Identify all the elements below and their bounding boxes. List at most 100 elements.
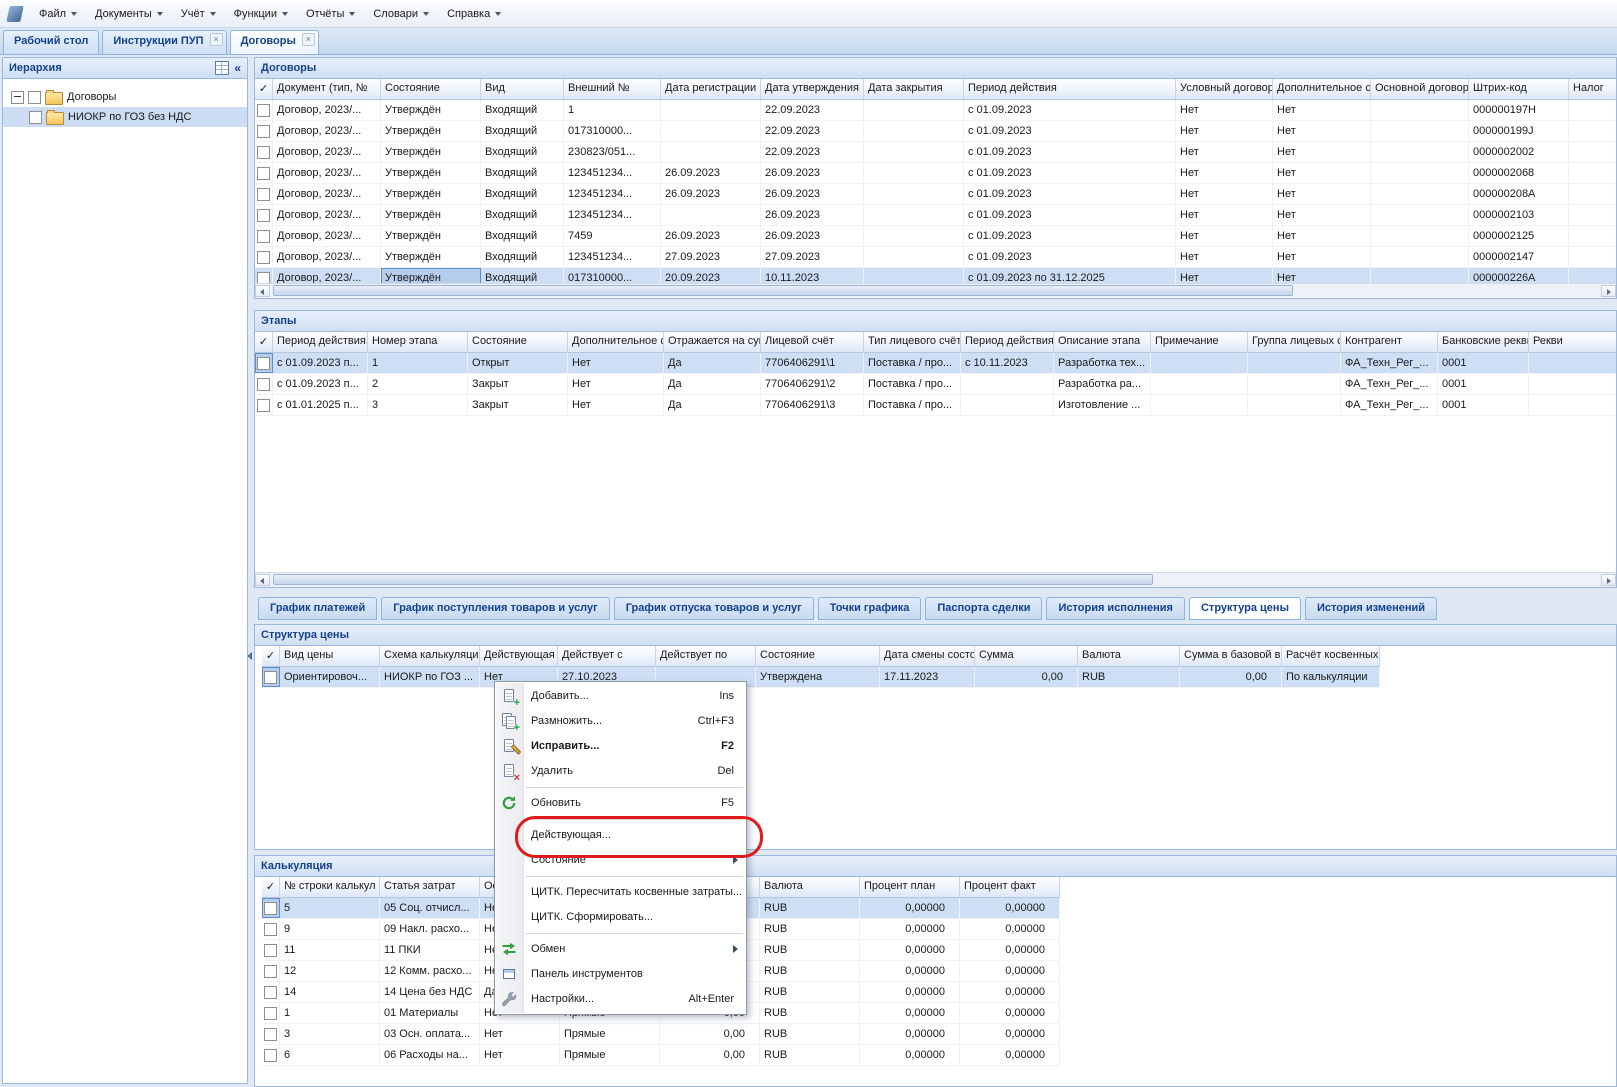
table-cell[interactable] (1248, 395, 1341, 415)
table-cell[interactable]: с 01.09.2023 (964, 247, 1176, 267)
detail-tab-2[interactable]: График отпуска товаров и услуг (614, 597, 814, 620)
menu-item-1[interactable]: +Размножить...Ctrl+F3 (495, 709, 746, 734)
table-row[interactable]: Договор, 2023/...УтверждёнВходящий122.09… (255, 100, 1616, 121)
table-cell[interactable]: Входящий (481, 268, 564, 284)
table-cell[interactable] (1151, 374, 1248, 394)
table-cell[interactable]: 26.09.2023 (661, 226, 761, 246)
table-cell[interactable]: 14 (280, 982, 380, 1002)
table-cell[interactable] (864, 121, 964, 141)
tab-contracts[interactable]: Договоры× (230, 30, 319, 54)
table-cell[interactable]: 09 Накл. расхо... (380, 919, 480, 939)
table-cell[interactable]: Нет (1273, 184, 1371, 204)
table-cell[interactable]: Нет (1273, 163, 1371, 183)
menu-item-7[interactable]: Действующая... (495, 823, 746, 848)
grid-icon[interactable] (215, 61, 229, 75)
column-header[interactable]: Статья затрат (380, 877, 480, 898)
table-cell[interactable]: Нет (1273, 247, 1371, 267)
row-checkbox[interactable] (264, 1007, 277, 1020)
column-header[interactable]: Вид (481, 79, 564, 100)
table-cell[interactable]: Договор, 2023/... (273, 100, 381, 120)
tab-desktop[interactable]: Рабочий стол (3, 30, 99, 54)
table-cell[interactable]: 0,00000 (960, 898, 1060, 918)
table-cell[interactable]: с 01.09.2023 (964, 142, 1176, 162)
table-cell[interactable]: с 01.09.2023 (964, 100, 1176, 120)
table-cell[interactable]: 123451234... (564, 247, 661, 267)
menu-functions[interactable]: Функции (225, 4, 297, 24)
table-cell[interactable] (661, 100, 761, 120)
table-cell[interactable]: 6 (280, 1045, 380, 1065)
table-row[interactable]: Договор, 2023/...УтверждёнВходящий123451… (255, 184, 1616, 205)
table-cell[interactable]: 017310000... (564, 121, 661, 141)
menu-accounting[interactable]: Учёт (172, 4, 225, 24)
column-header[interactable]: Номер этапа (368, 332, 468, 353)
row-checkbox[interactable] (264, 671, 277, 684)
scroll-right-icon[interactable] (1601, 285, 1616, 297)
row-checkbox[interactable] (264, 1028, 277, 1041)
table-cell[interactable]: 10.11.2023 (761, 268, 864, 284)
table-cell[interactable]: 06 Расходы на... (380, 1045, 480, 1065)
table-cell[interactable]: 0,00000 (860, 940, 960, 960)
table-cell[interactable]: 0000002147 (1469, 247, 1569, 267)
column-header[interactable]: Группа лицевых сч (1248, 332, 1341, 353)
table-cell[interactable]: Да (664, 353, 761, 373)
table-cell[interactable]: 1 (564, 100, 661, 120)
close-icon[interactable]: × (210, 33, 223, 46)
column-header[interactable]: Действует по (656, 646, 756, 667)
column-header[interactable]: Дата регистрации (661, 79, 761, 100)
menu-item-8[interactable]: Состояние (495, 848, 746, 873)
table-cell[interactable] (864, 205, 964, 225)
table-row[interactable]: Договор, 2023/...УтверждёнВходящий123451… (255, 163, 1616, 184)
table-row[interactable]: Договор, 2023/...УтверждёнВходящий230823… (255, 142, 1616, 163)
table-cell[interactable]: с 01.01.2025 п... (273, 395, 368, 415)
row-check-cell[interactable] (262, 961, 280, 981)
table-cell[interactable]: Входящий (481, 247, 564, 267)
table-cell[interactable]: Договор, 2023/... (273, 121, 381, 141)
table-cell[interactable]: 0001 (1438, 374, 1529, 394)
table-row[interactable]: Договор, 2023/...УтверждёнВходящий123451… (255, 247, 1616, 268)
collapse-panel-icon[interactable]: « (234, 62, 241, 74)
table-cell[interactable]: 7706406291\2 (761, 374, 864, 394)
menu-item-13[interactable]: Обмен (495, 937, 746, 962)
row-checkbox[interactable] (257, 357, 270, 370)
table-cell[interactable]: Закрыт (468, 395, 568, 415)
table-cell[interactable]: Утверждён (381, 121, 481, 141)
table-row[interactable]: Договор, 2023/...УтверждёнВходящий123451… (255, 205, 1616, 226)
table-cell[interactable]: 000000208А (1469, 184, 1569, 204)
table-cell[interactable]: Входящий (481, 226, 564, 246)
column-header[interactable]: Состояние (381, 79, 481, 100)
row-check-cell[interactable] (255, 374, 273, 394)
detail-tab-4[interactable]: Паспорта сделки (925, 597, 1042, 620)
menu-documents[interactable]: Документы (86, 4, 172, 24)
table-cell[interactable]: Закрыт (468, 374, 568, 394)
table-cell[interactable]: Нет (1176, 184, 1273, 204)
column-header[interactable]: Дата утверждения (761, 79, 864, 100)
table-row[interactable]: Договор, 2023/...УтверждёнВходящий017310… (255, 121, 1616, 142)
close-icon[interactable]: × (302, 33, 315, 46)
table-cell[interactable]: Нет (1176, 121, 1273, 141)
menu-reports[interactable]: Отчёты (297, 4, 364, 24)
column-header[interactable]: Расчёт косвенных (1282, 646, 1380, 667)
row-check-cell[interactable] (255, 268, 273, 284)
table-cell[interactable] (864, 268, 964, 284)
contracts-hscrollbar[interactable] (255, 283, 1616, 298)
table-cell[interactable] (1371, 142, 1469, 162)
table-cell[interactable] (661, 121, 761, 141)
table-cell[interactable]: Разработка тех... (1054, 353, 1151, 373)
table-cell[interactable]: 0001 (1438, 353, 1529, 373)
table-cell[interactable] (1569, 184, 1616, 204)
table-cell[interactable]: Нет (568, 395, 664, 415)
row-check-cell[interactable] (255, 163, 273, 183)
table-cell[interactable]: 0001 (1438, 395, 1529, 415)
column-header[interactable]: Тип лицевого счёт (864, 332, 961, 353)
row-check-cell[interactable] (255, 184, 273, 204)
row-check-cell[interactable] (262, 1024, 280, 1044)
column-header[interactable]: Примечание (1151, 332, 1248, 353)
table-cell[interactable]: 12 (280, 961, 380, 981)
table-cell[interactable]: 0,00000 (960, 1024, 1060, 1044)
table-cell[interactable]: Утверждён (381, 226, 481, 246)
menu-item-10[interactable]: ЦИТК. Пересчитать косвенные затраты... (495, 880, 746, 905)
row-checkbox[interactable] (257, 230, 270, 243)
menu-item-14[interactable]: Панель инструментов (495, 962, 746, 987)
table-cell[interactable] (1371, 121, 1469, 141)
column-header[interactable]: Основной договор (1371, 79, 1469, 100)
